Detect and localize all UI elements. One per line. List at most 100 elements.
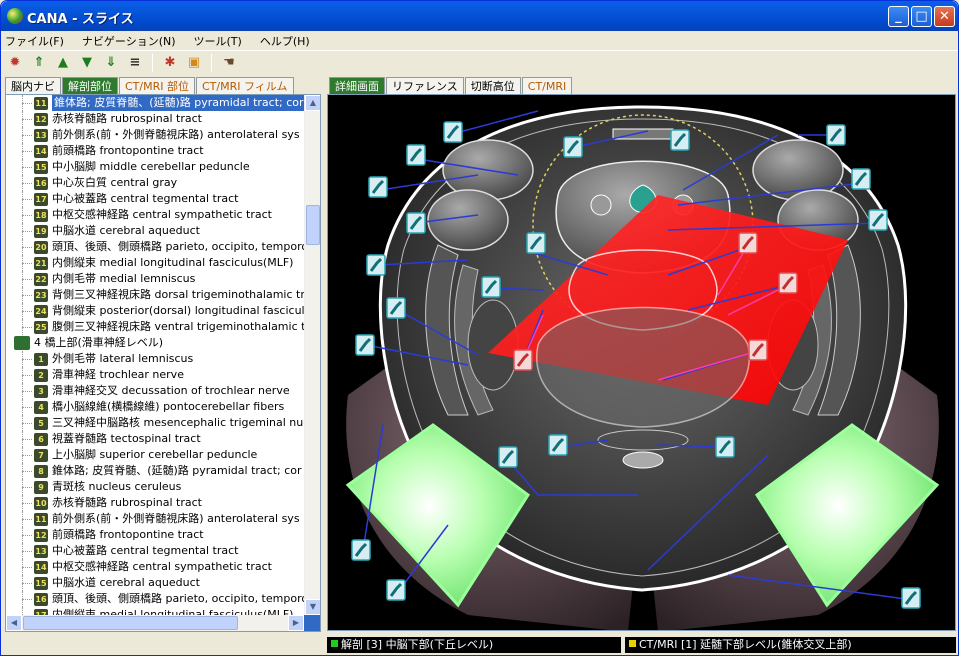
- label-marker-icon[interactable]: [386, 579, 406, 601]
- tree-item[interactable]: 14 中枢交感神経路 central sympathetic tract: [6, 559, 306, 575]
- label-marker-icon[interactable]: [513, 349, 533, 371]
- tree-item[interactable]: 20 頭頂、後頭、側頭橋路 parieto, occipito, temporop: [6, 239, 306, 255]
- label-marker-icon[interactable]: [498, 446, 518, 468]
- left-tab-2[interactable]: CT/MRI 部位: [119, 77, 195, 94]
- menu-tools[interactable]: ツール(T): [194, 33, 242, 49]
- label-marker-icon[interactable]: [355, 334, 375, 356]
- label-marker-icon[interactable]: [826, 124, 846, 146]
- tree-item[interactable]: 12 前頭橋路 frontopontine tract: [6, 527, 306, 543]
- right-tab-3[interactable]: CT/MRI: [521, 77, 573, 94]
- tree-item[interactable]: 4 橋小脳線維(横橋線維) pontocerebellar fibers: [6, 399, 306, 415]
- label-marker-icon[interactable]: [406, 144, 426, 166]
- down-arrow-icon[interactable]: ▼: [77, 53, 97, 73]
- tree-item[interactable]: 22 内側毛帯 medial lemniscus: [6, 271, 306, 287]
- tree-item[interactable]: 9 青斑核 nucleus ceruleus: [6, 479, 306, 495]
- tree-item-label: 腹側三叉神経視床路 ventral trigeminothalamic t: [52, 320, 306, 333]
- tree-item[interactable]: 2 滑車神経 trochlear nerve: [6, 367, 306, 383]
- label-marker-icon[interactable]: [351, 539, 371, 561]
- tree-item[interactable]: 3 滑車神経交叉 decussation of trochlear nerve: [6, 383, 306, 399]
- tree-item[interactable]: 6 視蓋脊髄路 tectospinal tract: [6, 431, 306, 447]
- minimize-button[interactable]: _: [888, 6, 909, 27]
- menu-file[interactable]: ファイル(F): [5, 33, 64, 49]
- tree-horizontal-scrollbar[interactable]: ◀ ▶: [6, 615, 304, 631]
- tree-item[interactable]: 17内側縦束 medial longitudinal fasciculus(ML…: [6, 607, 306, 615]
- tree-item[interactable]: 12 赤核脊髄路 rubrospinal tract: [6, 111, 306, 127]
- label-marker-icon[interactable]: [851, 168, 871, 190]
- tree-item-label: 赤核脊髄路 rubrospinal tract: [52, 112, 202, 125]
- top-arrow-icon[interactable]: ⇑: [29, 53, 49, 73]
- tree-item[interactable]: 16 中心灰白質 central gray: [6, 175, 306, 191]
- item-number-badge: 6: [34, 433, 48, 446]
- title-bar[interactable]: CANA - スライス _ □ ✕: [1, 1, 958, 31]
- tree-item[interactable]: 11 前外側系(前・外側脊髄視床路) anterolateral sys: [6, 511, 306, 527]
- label-marker-icon[interactable]: [670, 129, 690, 151]
- tree-item-label: 上小脳脚 superior cerebellar peduncle: [52, 448, 258, 461]
- label-marker-icon[interactable]: [406, 212, 426, 234]
- label-marker-icon[interactable]: [563, 136, 583, 158]
- settings-sun-icon[interactable]: ✹: [5, 53, 25, 73]
- label-marker-icon[interactable]: [715, 436, 735, 458]
- label-marker-icon[interactable]: [386, 297, 406, 319]
- tree-item[interactable]: 7 上小脳脚 superior cerebellar peduncle: [6, 447, 306, 463]
- tree-item[interactable]: 5 三叉神経中脳路核 mesencephalic trigeminal nuc: [6, 415, 306, 431]
- tree-item[interactable]: 25 腹側三叉神経視床路 ventral trigeminothalamic t: [6, 319, 306, 335]
- bottom-arrow-icon[interactable]: ⇓: [101, 53, 121, 73]
- tree-item[interactable]: 11 錐体路; 皮質脊髄、(延髄)路 pyramidal tract; cor: [6, 95, 306, 111]
- tree-branch: [22, 487, 32, 488]
- scroll-corner: [304, 615, 320, 631]
- right-tab-0[interactable]: 詳細画面: [329, 77, 385, 94]
- tree-group[interactable]: 4 橋上部(滑車神経レベル): [6, 335, 306, 351]
- tree-item[interactable]: 15 中小脳脚 middle cerebellar peduncle: [6, 159, 306, 175]
- label-marker-icon[interactable]: [368, 176, 388, 198]
- image-icon[interactable]: ▣: [184, 53, 204, 73]
- label-marker-icon[interactable]: [443, 121, 463, 143]
- target-icon[interactable]: ✱: [160, 53, 180, 73]
- tree-item[interactable]: 10 赤核脊髄路 rubrospinal tract: [6, 495, 306, 511]
- label-marker-icon[interactable]: [778, 272, 798, 294]
- slice-viewer[interactable]: [327, 94, 956, 631]
- tree-item-label: 頭頂、後頭、側頭橋路 parieto, occipito, temporop: [52, 592, 306, 605]
- up-arrow-icon[interactable]: ▲: [53, 53, 73, 73]
- label-marker-icon[interactable]: [526, 232, 546, 254]
- close-button[interactable]: ✕: [934, 6, 955, 27]
- label-marker-icon[interactable]: [748, 339, 768, 361]
- label-marker-icon[interactable]: [738, 232, 758, 254]
- label-marker-icon[interactable]: [868, 209, 888, 231]
- scroll-left-icon[interactable]: ◀: [6, 615, 22, 631]
- label-marker-icon[interactable]: [548, 434, 568, 456]
- menu-navigation[interactable]: ナビゲーション(N): [82, 33, 176, 49]
- tree-item[interactable]: 8 錐体路; 皮質脊髄、(延髄)路 pyramidal tract; cor: [6, 463, 306, 479]
- tree-item[interactable]: 15 中脳水道 cerebral aqueduct: [6, 575, 306, 591]
- tree-item[interactable]: 18 中枢交感神経路 central sympathetic tract: [6, 207, 306, 223]
- tree-item[interactable]: 13 前外側系(前・外側脊髄視床路) anterolateral sys: [6, 127, 306, 143]
- tree-item[interactable]: 1 外側毛帯 lateral lemniscus: [6, 351, 306, 367]
- tree-item[interactable]: 23 背側三叉神経視床路 dorsal trigeminothalamic tr: [6, 287, 306, 303]
- brain-slice-diagram[interactable]: [328, 95, 956, 631]
- menu-help[interactable]: ヘルプ(H): [260, 33, 310, 49]
- left-tab-3[interactable]: CT/MRI フィルム: [195, 77, 294, 94]
- tree-item[interactable]: 17 中心被蓋路 central tegmental tract: [6, 191, 306, 207]
- tree-item[interactable]: 14 前頭橋路 frontopontine tract: [6, 143, 306, 159]
- tree-item[interactable]: 21 内側縦束 medial longitudinal fasciculus(ML…: [6, 255, 306, 271]
- hand-icon[interactable]: ☚: [219, 53, 239, 73]
- label-marker-icon[interactable]: [481, 276, 501, 298]
- tree-item[interactable]: 19 中脳水道 cerebral aqueduct: [6, 223, 306, 239]
- right-tab-2[interactable]: 切断高位: [464, 77, 521, 94]
- right-tab-1[interactable]: リファレンス: [386, 77, 464, 94]
- scroll-right-icon[interactable]: ▶: [288, 615, 304, 631]
- maximize-button[interactable]: □: [911, 6, 932, 27]
- left-tab-1[interactable]: 解剖部位: [62, 77, 118, 94]
- tree-item[interactable]: 16 頭頂、後頭、側頭橋路 parieto, occipito, temporop: [6, 591, 306, 607]
- scroll-up-icon[interactable]: ▲: [305, 95, 320, 111]
- label-marker-icon[interactable]: [901, 587, 921, 609]
- label-marker-icon[interactable]: [366, 254, 386, 276]
- layers-icon[interactable]: ≡: [125, 53, 145, 73]
- tree-vertical-scrollbar[interactable]: ▲ ▼: [304, 95, 320, 615]
- left-tab-0[interactable]: 脳内ナビ: [5, 77, 61, 94]
- scroll-thumb[interactable]: [306, 205, 320, 245]
- item-number-badge: 12: [34, 529, 48, 542]
- hscroll-thumb[interactable]: [23, 616, 238, 630]
- tree-item[interactable]: 24 背側縦束 posterior(dorsal) longitudinal fa…: [6, 303, 306, 319]
- tree-item[interactable]: 13 中心被蓋路 central tegmental tract: [6, 543, 306, 559]
- scroll-down-icon[interactable]: ▼: [305, 599, 320, 615]
